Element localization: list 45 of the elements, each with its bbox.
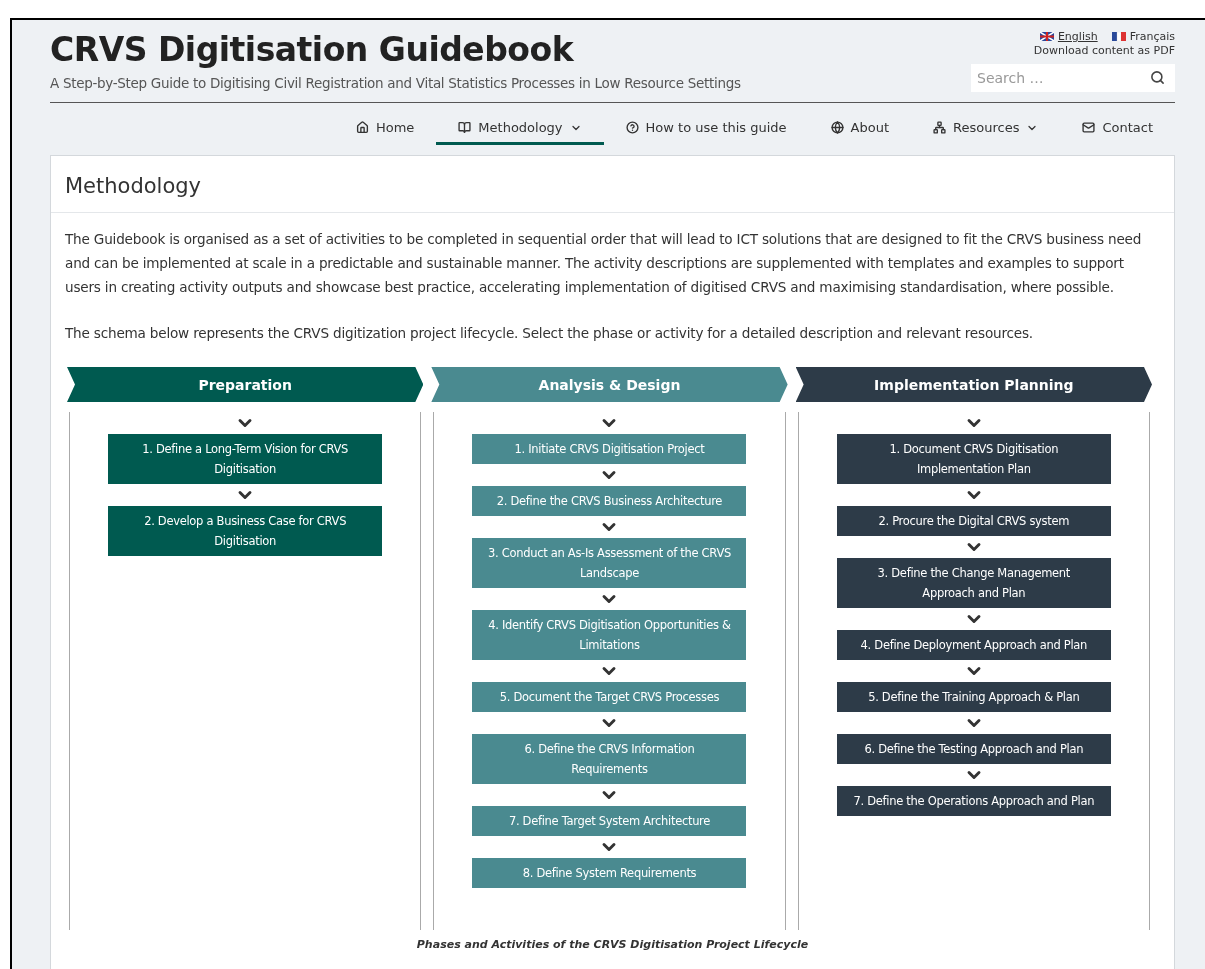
activity-box[interactable]: 7. Define Target System Architecture	[472, 806, 747, 836]
mail-icon	[1082, 121, 1096, 134]
help-icon	[625, 121, 639, 134]
globe-icon	[830, 121, 844, 134]
language-link[interactable]: English	[1039, 30, 1098, 43]
activity-box[interactable]: 5. Document the Target CRVS Processes	[472, 682, 747, 712]
activity-box[interactable]: 4. Define Deployment Approach and Plan	[836, 630, 1111, 660]
activity-box[interactable]: 1. Initiate CRVS Digitisation Project	[472, 434, 747, 464]
activity-box[interactable]: 8. Define System Requirements	[472, 858, 747, 888]
flag-icon	[1111, 32, 1126, 41]
language-link[interactable]: Français	[1111, 30, 1175, 43]
download-pdf-link[interactable]: Download content as PDF	[1033, 44, 1175, 57]
nav-link[interactable]: Home	[333, 115, 437, 145]
activity-box[interactable]: 1. Document CRVS Digitisation Implementation Plan	[836, 434, 1111, 484]
search-icon[interactable]	[1150, 70, 1165, 85]
flag-icon	[1039, 32, 1054, 41]
activity-box[interactable]: 3. Define the Change Management Approach and Plan	[836, 558, 1111, 608]
activity-box[interactable]: 6. Define the Testing Approach and Plan	[836, 734, 1111, 764]
paragraph: The schema below represents the CRVS digitization project lifecycle. Select the phase or activity for a detailed description and relevant resources.	[65, 324, 1034, 343]
book-icon	[458, 121, 472, 134]
phase-banner[interactable]: Analysis & Design	[431, 367, 788, 402]
phase-banner[interactable]: Implementation Planning	[795, 367, 1152, 402]
site-title: CRVS Digitisation Guidebook	[50, 30, 575, 69]
site-subtitle: A Step-by-Step Guide to Digitising Civil Registration and Vital Statistics Processes in Low Resource Settings	[50, 75, 741, 91]
nav-link[interactable]: Resources	[911, 115, 1061, 145]
home-icon	[355, 121, 369, 134]
activity-box[interactable]: 2. Develop a Business Case for CRVS Digitisation	[108, 506, 383, 556]
nav-link[interactable]: About	[808, 115, 912, 145]
nav-link[interactable]: Methodology	[436, 115, 604, 145]
activity-box[interactable]: 4. Identify CRVS Digitisation Opportunities & Limitations	[472, 610, 747, 660]
nav-link[interactable]: How to use this guide	[603, 115, 809, 145]
search-field[interactable]: Search …	[971, 64, 1175, 92]
activity-box[interactable]: 7. Define the Operations Approach and Plan	[836, 786, 1111, 816]
activity-box[interactable]: 2. Procure the Digital CRVS system	[836, 506, 1111, 536]
paragraph: The Guidebook is organised as a set of activities to be completed in sequential order that will lead to ICT solutions that are designed to fit the CRVS business need and can be implemented at scale in a predictable and sustainable manner. The activity descriptions are supplemented with templates and examples to support users in creating activity outputs and showcase best practice, accelerating implementation of digitised CRVS and maximising standardisation, where possible.	[65, 230, 1143, 297]
activity-box[interactable]: 5. Define the Training Approach & Plan	[836, 682, 1111, 712]
activity-box[interactable]: 6. Define the CRVS Information Requirements	[472, 734, 747, 784]
activity-box[interactable]: 1. Define a Long-Term Vision for CRVS Digitisation	[108, 434, 383, 484]
activity-box[interactable]: 3. Conduct an As-Is Assessment of the CRVS Landscape	[472, 538, 747, 588]
page-title: Methodology	[51, 156, 1174, 213]
diagram-caption: Phases and Activities of the CRVS Digitisation Project Lifecycle	[415, 938, 810, 951]
nav-link[interactable]: Contact	[1060, 115, 1175, 145]
phase-banner[interactable]: Preparation	[67, 367, 424, 402]
sitemap-icon	[933, 121, 947, 134]
activity-box[interactable]: 2. Define the CRVS Business Architecture	[472, 486, 747, 516]
